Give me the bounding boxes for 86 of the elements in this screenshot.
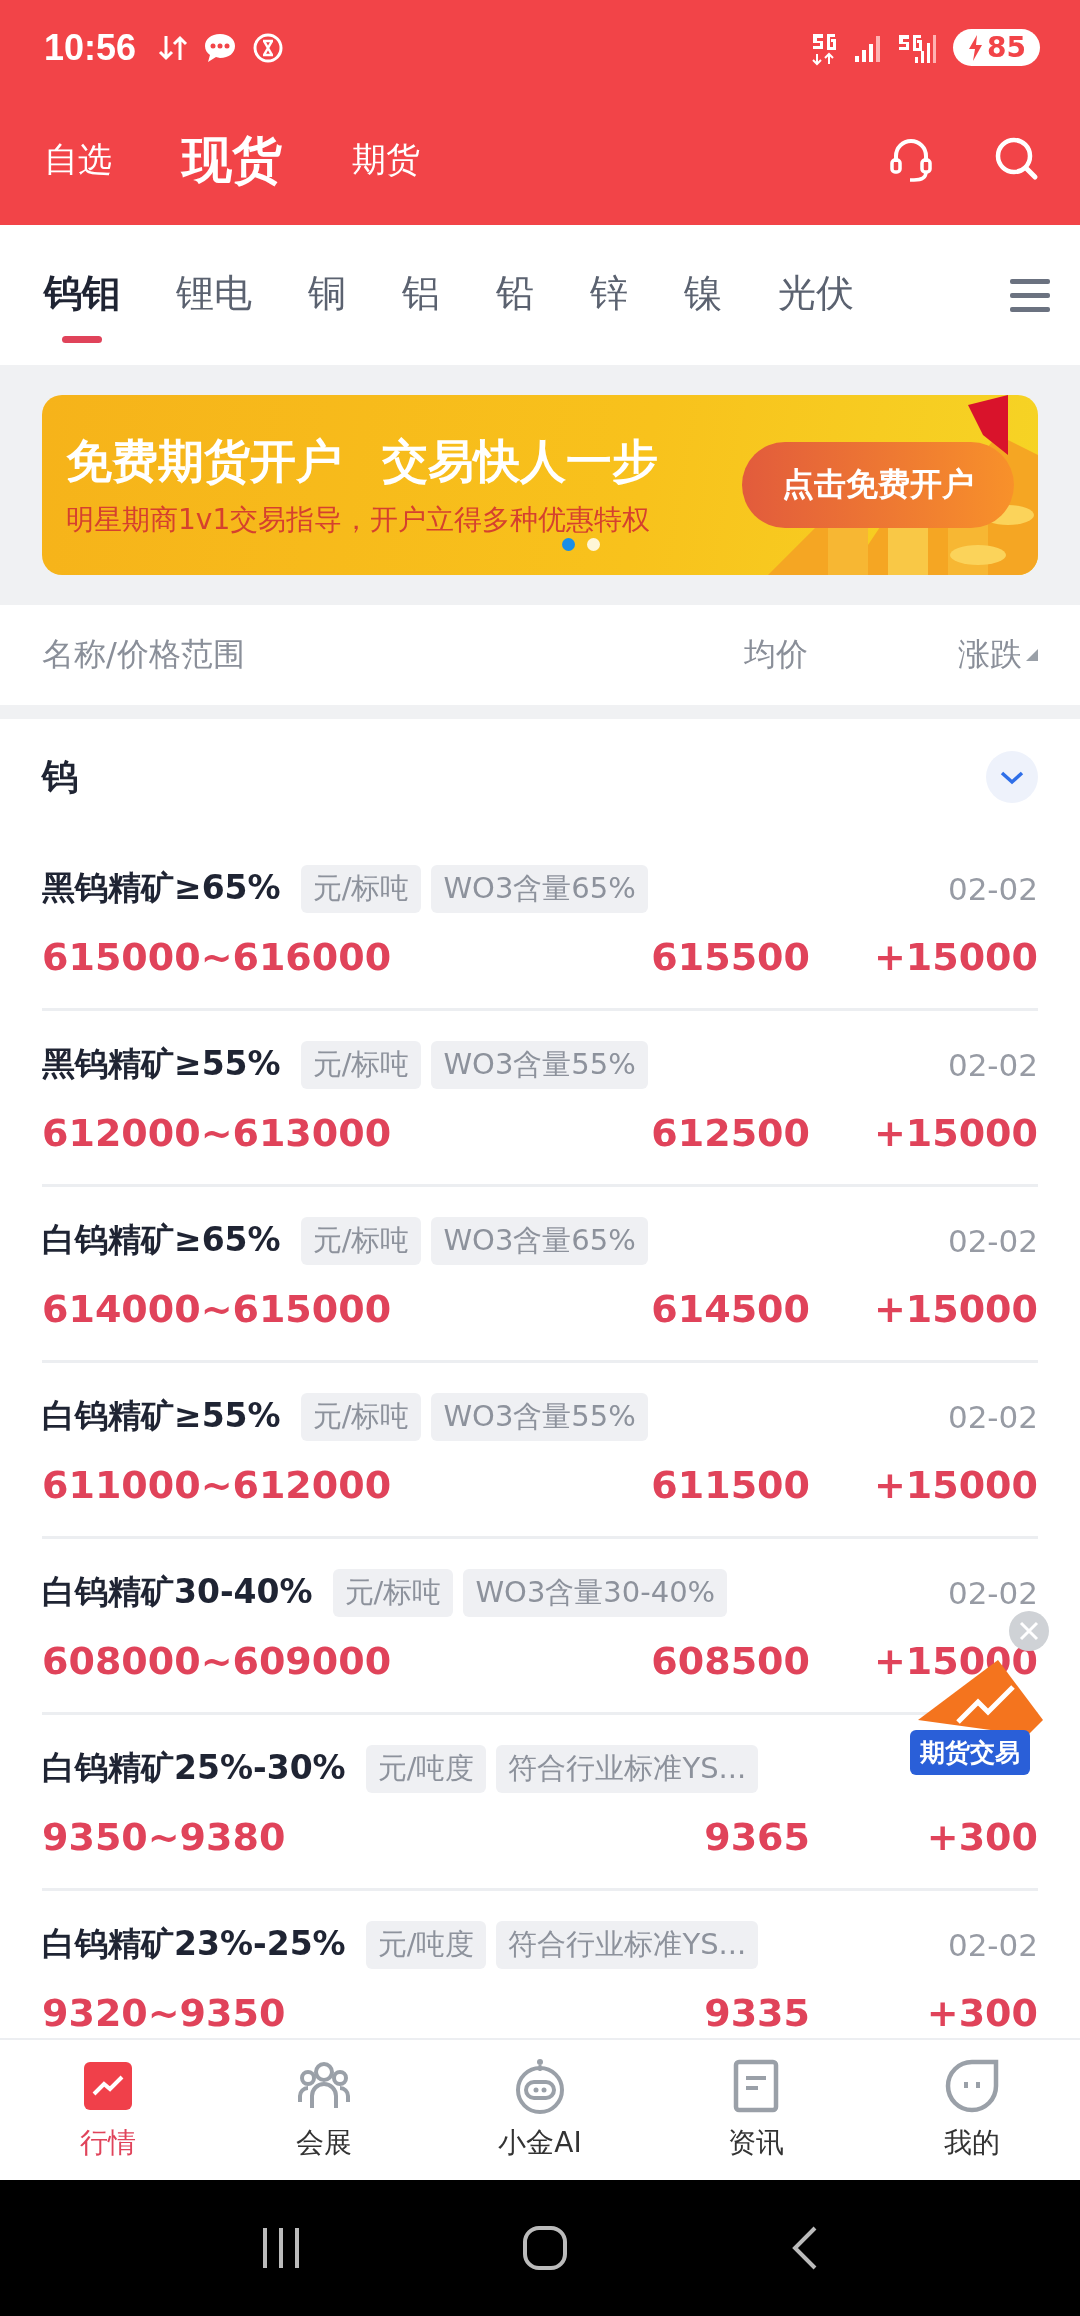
price-range: 612000~613000 [42,1110,393,1155]
unit-tag: 元/标吨 [332,1568,454,1617]
item-date: 02-02 [947,1574,1038,1611]
chevron-down-icon [999,769,1025,785]
column-header[interactable]: 涨跌 [958,633,1022,677]
item-name: 白钨精矿≥65% [42,1219,281,1261]
category-tab[interactable]: 铜 [308,247,346,343]
category-tab[interactable]: 铝 [402,247,440,343]
header-tab[interactable]: 现货 [182,126,282,194]
banner-subtitle: 明星期商1v1交易指导，开户立得多种优惠特权 [66,502,652,538]
category-tab[interactable]: 锌 [590,247,628,343]
average-price: 615500 [650,934,810,979]
column-header: 名称/价格范围 [42,634,246,675]
home-icon[interactable] [522,2225,568,2271]
average-price: 614500 [650,1286,810,1331]
nav-tab[interactable]: 会展 [216,2058,432,2162]
price-change: +15000 [872,1110,1038,1155]
category-tab[interactable]: 铅 [496,247,534,343]
price-range: 9320~9350 [42,1990,287,2035]
item-date: 02-02 [947,1926,1038,1963]
spec-tag: WO3含量55% [431,1040,648,1089]
price-change: +15000 [872,934,1038,979]
price-change: +300 [925,1814,1038,1859]
category-tab[interactable]: 锂电 [176,247,252,343]
menu-icon[interactable] [1010,277,1050,313]
price-range: 608000~609000 [42,1638,393,1683]
battery-level: 85 [987,31,1026,64]
price-range: 9350~9380 [42,1814,287,1859]
price-change: +15000 [872,1462,1038,1507]
item-date: 02-02 [947,1398,1038,1435]
price-change: +15000 [872,1286,1038,1331]
average-price: 608500 [650,1638,810,1683]
spec-tag: WO3含量65% [431,864,648,913]
item-name: 白钨精矿30-40% [42,1571,313,1613]
banner-headline: 交易快人一步 [382,433,658,490]
average-price: 9335 [703,1990,810,2035]
hourglass-icon [252,31,285,64]
average-price: 611500 [650,1462,810,1507]
average-price: 9365 [703,1814,810,1859]
item-date: 02-02 [947,1046,1038,1083]
spec-tag: WO3含量65% [431,1216,648,1265]
nav-tab[interactable]: 小金AI [432,2058,648,2162]
price-change: +300 [925,1990,1038,2035]
nav-tab[interactable]: 我的 [864,2058,1080,2162]
expand-button[interactable] [986,751,1038,803]
unit-tag: 元/吨度 [365,1744,487,1793]
charging-icon [967,34,984,61]
section-title: 钨 [42,754,78,799]
carousel-dot[interactable] [587,538,600,551]
item-name: 黑钨精矿≥65% [42,867,281,909]
search-icon[interactable] [994,136,1040,182]
average-price: 612500 [650,1110,810,1155]
spec-tag: 符合行业标准YS... [496,1920,759,1969]
status-time: 10:56 [44,26,137,69]
item-name: 黑钨精矿≥55% [42,1043,281,1085]
unit-tag: 元/标吨 [300,1040,422,1089]
header-tab[interactable]: 期货 [352,137,420,183]
carousel-dot[interactable] [562,538,575,551]
face-icon [944,2058,1000,2114]
item-name: 白钨精矿25%-30% [42,1747,346,1789]
price-range: 615000~616000 [42,934,393,979]
banner-headline: 免费期货开户 [66,433,342,490]
item-name: 白钨精矿23%-25% [42,1923,346,1965]
sort-icon[interactable] [1026,649,1038,661]
unit-tag: 元/标吨 [300,1392,422,1441]
badge-label: 期货交易 [910,1730,1030,1775]
category-tab[interactable]: 光伏 [778,247,854,343]
spec-tag: 符合行业标准YS... [496,1744,759,1793]
unit-tag: 元/标吨 [300,864,422,913]
price-range: 611000~612000 [42,1462,393,1507]
spec-tag: WO3含量30-40% [463,1568,728,1617]
item-name: 白钨精矿≥55% [42,1395,281,1437]
nav-tab[interactable]: 资讯 [648,2058,864,2162]
price-range: 614000~615000 [42,1286,393,1331]
recent-apps-icon[interactable] [260,2228,301,2268]
item-date: 02-02 [947,1222,1038,1259]
category-tab[interactable]: 钨钼 [44,247,120,343]
unit-tag: 元/标吨 [300,1216,422,1265]
spec-tag: WO3含量55% [431,1392,648,1441]
unit-tag: 元/吨度 [365,1920,487,1969]
column-header: 均价 [743,634,808,675]
nav-tab[interactable]: 行情 [0,2058,216,2162]
item-date: 02-02 [947,870,1038,907]
header-tab[interactable]: 自选 [44,137,112,183]
headset-icon[interactable] [888,136,934,184]
category-tab[interactable]: 镍 [684,247,722,343]
